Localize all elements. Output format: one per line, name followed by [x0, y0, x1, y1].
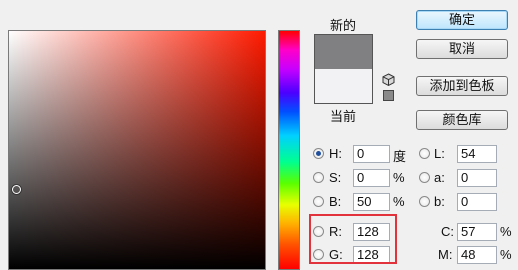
saturation-brightness-field[interactable] [8, 30, 266, 270]
current-color-label: 当前 [330, 109, 357, 124]
color-libraries-button[interactable]: 颜色库 [416, 110, 508, 130]
new-color-swatch [315, 35, 372, 69]
h-radio[interactable] [313, 148, 324, 159]
s-label: S: [329, 170, 342, 185]
color-preview-swatch [314, 34, 373, 104]
b-label: B: [329, 194, 342, 209]
s-unit: % [393, 170, 405, 185]
b-input[interactable]: 50 [353, 193, 390, 211]
m-unit: % [500, 247, 512, 262]
h-label: H: [329, 146, 342, 161]
cube-icon[interactable] [382, 73, 395, 86]
color-picker-marker[interactable] [12, 185, 21, 194]
cancel-button[interactable]: 取消 [416, 39, 508, 59]
hue-slider[interactable] [278, 30, 300, 270]
l-radio[interactable] [419, 148, 430, 159]
current-color-swatch[interactable] [315, 69, 372, 103]
new-color-label: 新的 [330, 18, 357, 33]
m-label: M: [438, 247, 453, 262]
lab-b-label: b: [434, 194, 445, 209]
c-unit: % [500, 224, 512, 239]
a-label: a: [434, 170, 445, 185]
h-unit: 度 [393, 149, 407, 164]
c-label: C: [441, 224, 454, 239]
rgb-highlight-box [309, 214, 397, 264]
ok-button[interactable]: 确定 [416, 10, 508, 30]
h-input[interactable]: 0 [353, 145, 390, 163]
add-to-swatches-button[interactable]: 添加到色板 [416, 76, 508, 96]
c-input[interactable]: 57 [457, 223, 497, 241]
b-unit: % [393, 194, 405, 209]
b-radio[interactable] [313, 196, 324, 207]
a-input[interactable]: 0 [457, 169, 497, 187]
l-label: L: [434, 146, 445, 161]
m-input[interactable]: 48 [457, 246, 497, 264]
lab-b-input[interactable]: 0 [457, 193, 497, 211]
lab-b-radio[interactable] [419, 196, 430, 207]
l-input[interactable]: 54 [457, 145, 497, 163]
s-radio[interactable] [313, 172, 324, 183]
s-input[interactable]: 0 [353, 169, 390, 187]
websafe-swatch-icon[interactable] [383, 90, 394, 101]
a-radio[interactable] [419, 172, 430, 183]
